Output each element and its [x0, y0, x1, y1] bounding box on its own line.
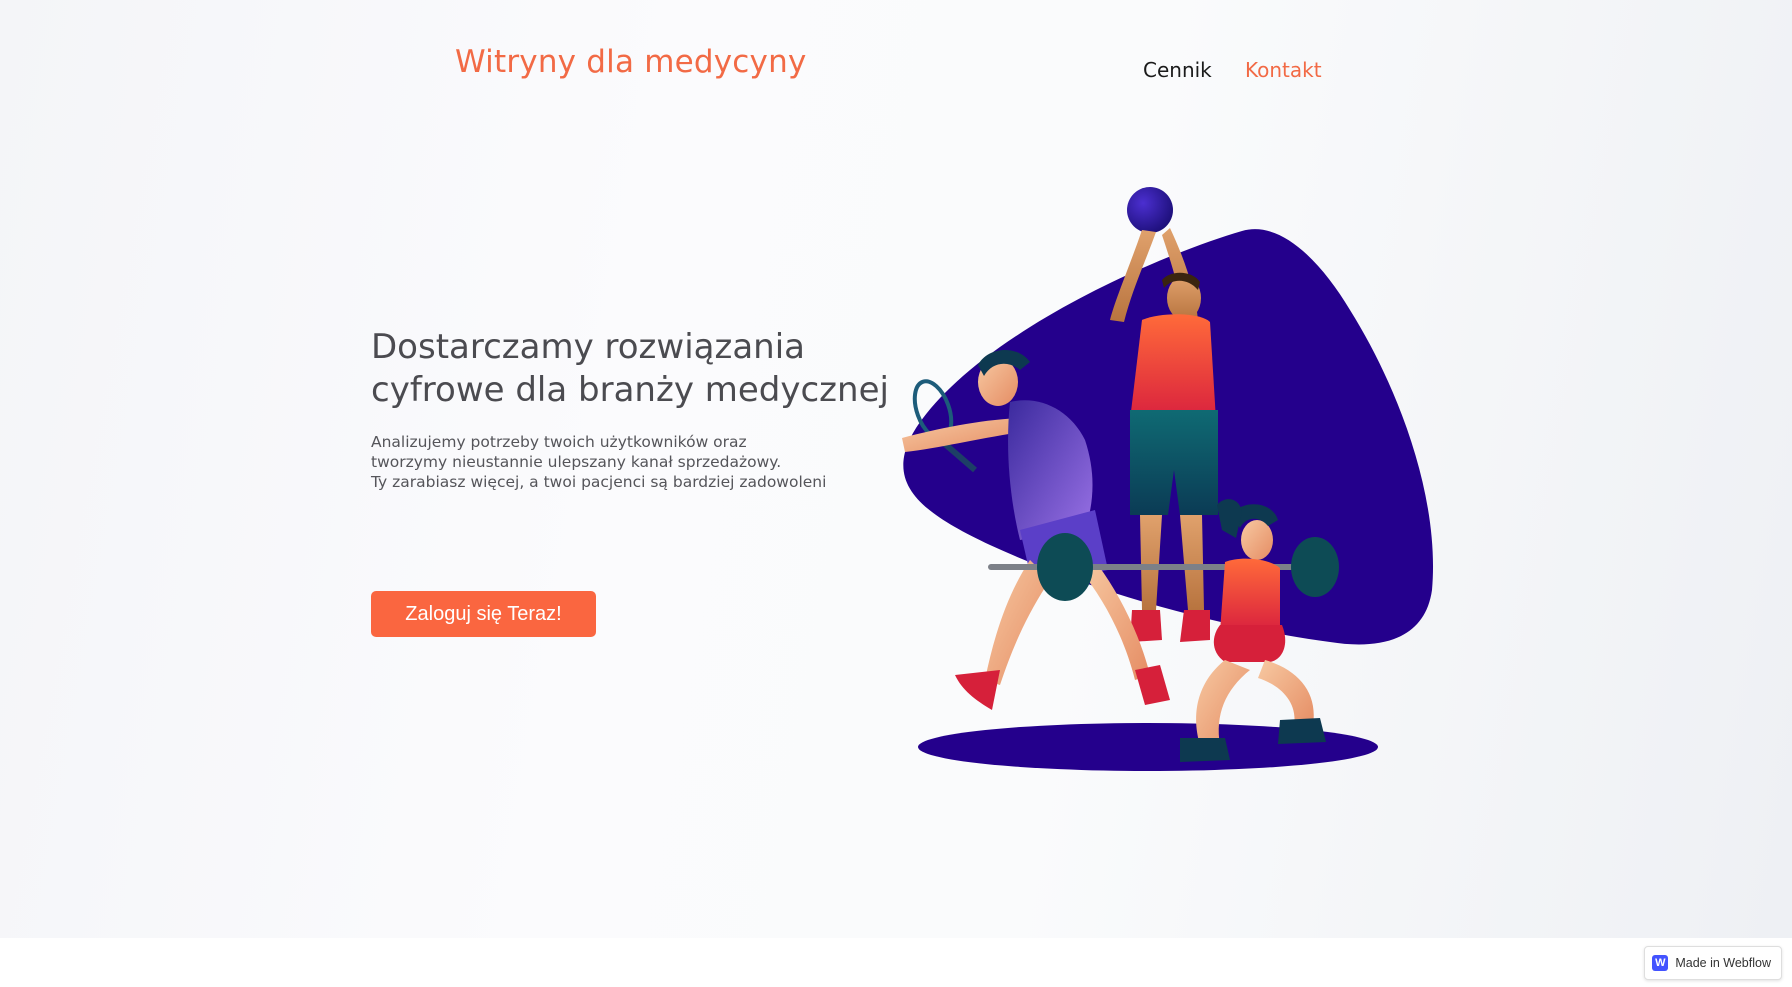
hero-headline-line-2: cyfrowe dla branży medycznej [371, 370, 889, 410]
hero-description-line-3: Ty zarabiasz więcej, a twoi pacjenci są … [371, 473, 827, 491]
hero-description: Analizujemy potrzeby twoich użytkowników… [371, 432, 826, 492]
hero-headline: Dostarczamy rozwiązania cyfrowe dla bran… [371, 326, 889, 412]
made-in-webflow-badge[interactable]: W Made in Webflow [1644, 946, 1782, 980]
nav-link-contact[interactable]: Kontakt [1245, 58, 1322, 82]
hero-headline-line-1: Dostarczamy rozwiązania [371, 327, 805, 367]
hero-description-line-2: tworzymy nieustannie ulepszany kanał spr… [371, 453, 782, 471]
badge-label: Made in Webflow [1675, 956, 1771, 970]
athletes-illustration [902, 187, 1434, 771]
brand-logo-text[interactable]: Witryny dla medycyny [455, 44, 807, 80]
login-now-button[interactable]: Zaloguj się Teraz! [371, 591, 596, 637]
barbell-weight-left [1037, 533, 1093, 601]
nav-link-pricing[interactable]: Cennik [1143, 58, 1212, 82]
webflow-logo-icon: W [1652, 955, 1669, 971]
barbell-weight-right [1291, 537, 1339, 597]
hero-description-line-1: Analizujemy potrzeby twoich użytkowników… [371, 433, 747, 451]
hero-section: Witryny dla medycyny Cennik Kontakt Dost… [0, 0, 1792, 938]
basketball [1127, 187, 1173, 233]
